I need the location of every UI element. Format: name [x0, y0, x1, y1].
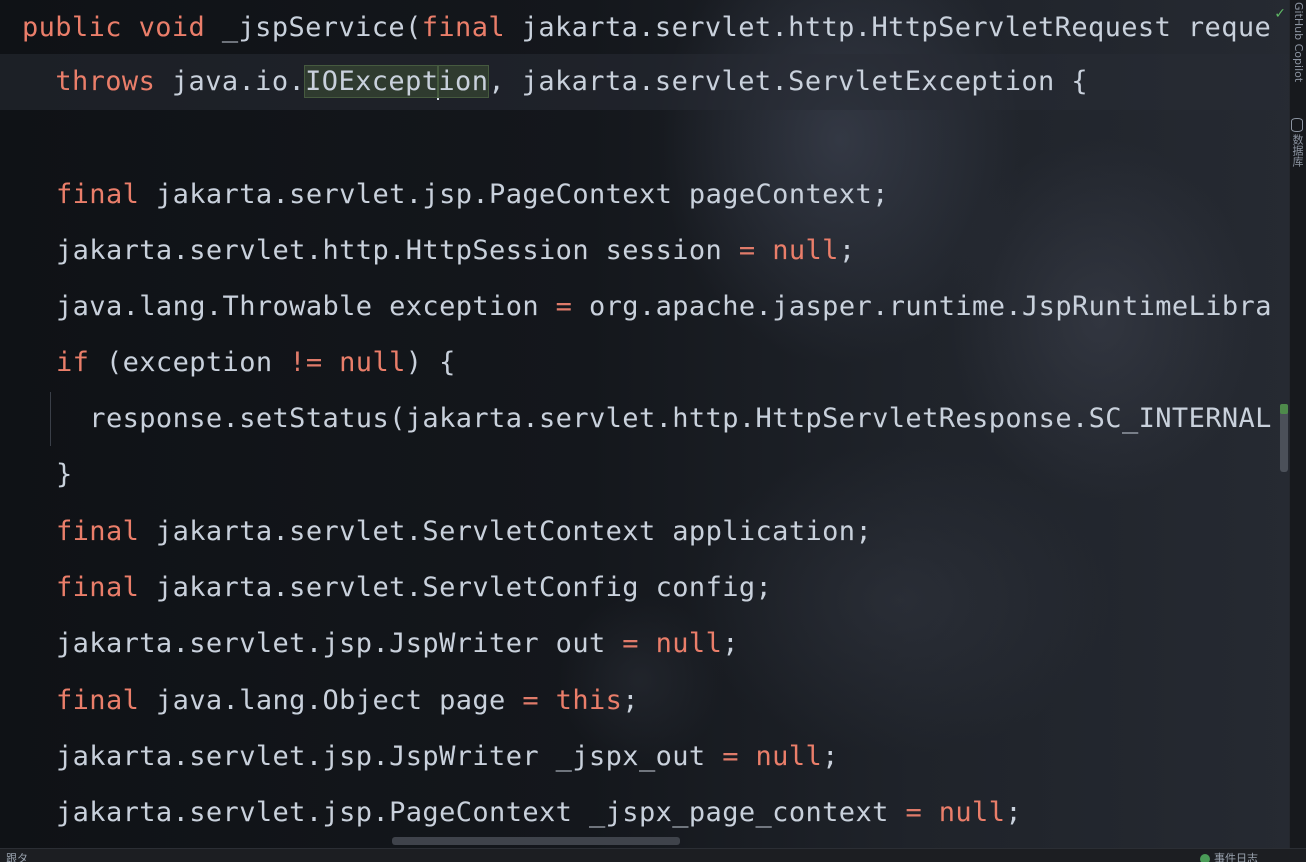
code-token: }: [56, 459, 73, 490]
code-line-8[interactable]: response.setStatus(jakarta.servlet.http.…: [56, 391, 1272, 447]
code-keyword: final: [56, 516, 140, 547]
code-token: jakarta.servlet.ServletConfig config;: [139, 572, 773, 603]
code-keyword: final: [56, 685, 140, 716]
code-token: jakarta.servlet.jsp.PageContext _jspx_pa…: [56, 797, 906, 828]
code-token: response.setStatus(jakarta.servlet.http.…: [56, 403, 1272, 434]
code-token: jakarta.servlet.http.HttpServletRequest …: [505, 12, 1272, 43]
indent-guide: [50, 392, 51, 446]
code-line-13[interactable]: final java.lang.Object page = this;: [56, 673, 639, 729]
code-token: =: [555, 291, 573, 322]
scrollbar-marker: [1280, 404, 1288, 414]
code-token: =: [905, 797, 923, 828]
event-log-button[interactable]: 事件日志: [1200, 852, 1258, 862]
status-ok-icon: [1200, 854, 1210, 862]
code-keyword: public: [22, 12, 122, 43]
code-token: !=: [289, 347, 323, 378]
code-token: ;: [722, 628, 739, 659]
right-tool-strip: GitHub Copilot 数据库: [1289, 0, 1306, 848]
horizontal-scrollbar[interactable]: [392, 837, 680, 845]
code-keyword: throws: [55, 66, 156, 97]
code-line-1[interactable]: public void _jspService(final jakarta.se…: [22, 0, 1271, 56]
code-highlighted-token: IOExcept: [304, 65, 440, 98]
code-keyword: null: [938, 797, 1006, 828]
code-line-9[interactable]: }: [56, 447, 73, 503]
code-token: (exception: [89, 347, 290, 378]
code-token: =: [738, 235, 756, 266]
code-token: jakarta.servlet.jsp.PageContext pageCont…: [139, 179, 889, 210]
database-icon[interactable]: [1291, 118, 1303, 132]
code-token: jakarta.servlet.jsp.JspWriter _jspx_out: [56, 741, 723, 772]
code-token: jakarta.servlet.ServletContext applicati…: [139, 516, 873, 547]
status-bar: 跟タ 事件日志: [0, 848, 1306, 862]
code-line-5[interactable]: jakarta.servlet.http.HttpSession session…: [56, 223, 855, 279]
check-icon: ✓: [1274, 6, 1286, 22]
event-log-label: 事件日志: [1214, 852, 1258, 862]
code-keyword: final: [56, 572, 140, 603]
code-line-6[interactable]: java.lang.Throwable exception = org.apac…: [56, 279, 1272, 335]
code-editor[interactable]: public void _jspService(final jakarta.se…: [0, 0, 1290, 848]
code-keyword: null: [772, 235, 839, 266]
code-token: ;: [838, 235, 856, 266]
code-token: org.apache.jasper.runtime.JspRuntimeLibr…: [572, 291, 1272, 322]
code-keyword: if: [56, 347, 90, 378]
vertical-scrollbar-thumb[interactable]: [1280, 404, 1288, 472]
code-line-2[interactable]: throws java.io.IOException, jakarta.serv…: [22, 54, 1088, 110]
code-token: =: [622, 628, 639, 659]
code-token: java.io.: [155, 66, 306, 97]
code-highlighted-token: ion: [437, 65, 490, 98]
code-keyword: final: [421, 12, 506, 43]
code-keyword: null: [755, 741, 823, 772]
code-keyword: null: [339, 347, 406, 378]
code-line-12[interactable]: jakarta.servlet.jsp.JspWriter out = null…: [56, 616, 739, 672]
code-line-15[interactable]: jakarta.servlet.jsp.PageContext _jspx_pa…: [56, 785, 1022, 841]
code-token: ;: [822, 741, 839, 772]
status-left-text[interactable]: 跟タ: [6, 852, 28, 862]
code-token: =: [522, 685, 540, 716]
code-token: jakarta.servlet.jsp.JspWriter out: [56, 628, 623, 659]
code-keyword: this: [555, 685, 623, 716]
code-token: =: [722, 741, 739, 772]
copilot-tool-button[interactable]: GitHub Copilot: [1292, 2, 1305, 82]
code-keyword: final: [56, 179, 140, 210]
database-tool-button[interactable]: 数据库: [1289, 134, 1305, 167]
code-token: _jspService(: [205, 12, 422, 43]
code-token: java.lang.Object page: [139, 685, 523, 716]
code-line-14[interactable]: jakarta.servlet.jsp.JspWriter _jspx_out …: [56, 729, 839, 785]
code-line-7[interactable]: if (exception != null) {: [56, 335, 456, 391]
code-keyword: null: [655, 628, 723, 659]
code-token: java.lang.Throwable exception: [56, 291, 556, 322]
code-line-11[interactable]: final jakarta.servlet.ServletConfig conf…: [56, 560, 772, 616]
code-token: ) {: [405, 347, 456, 378]
code-token: ;: [1005, 797, 1023, 828]
code-line-4[interactable]: final jakarta.servlet.jsp.PageContext pa…: [56, 167, 889, 223]
code-token: , jakarta.servlet.ServletException {: [488, 66, 1088, 97]
code-token: jakarta.servlet.http.HttpSession session: [56, 235, 739, 266]
code-line-10[interactable]: final jakarta.servlet.ServletContext app…: [56, 504, 872, 560]
code-token: ;: [622, 685, 639, 716]
code-keyword: void: [138, 12, 206, 43]
